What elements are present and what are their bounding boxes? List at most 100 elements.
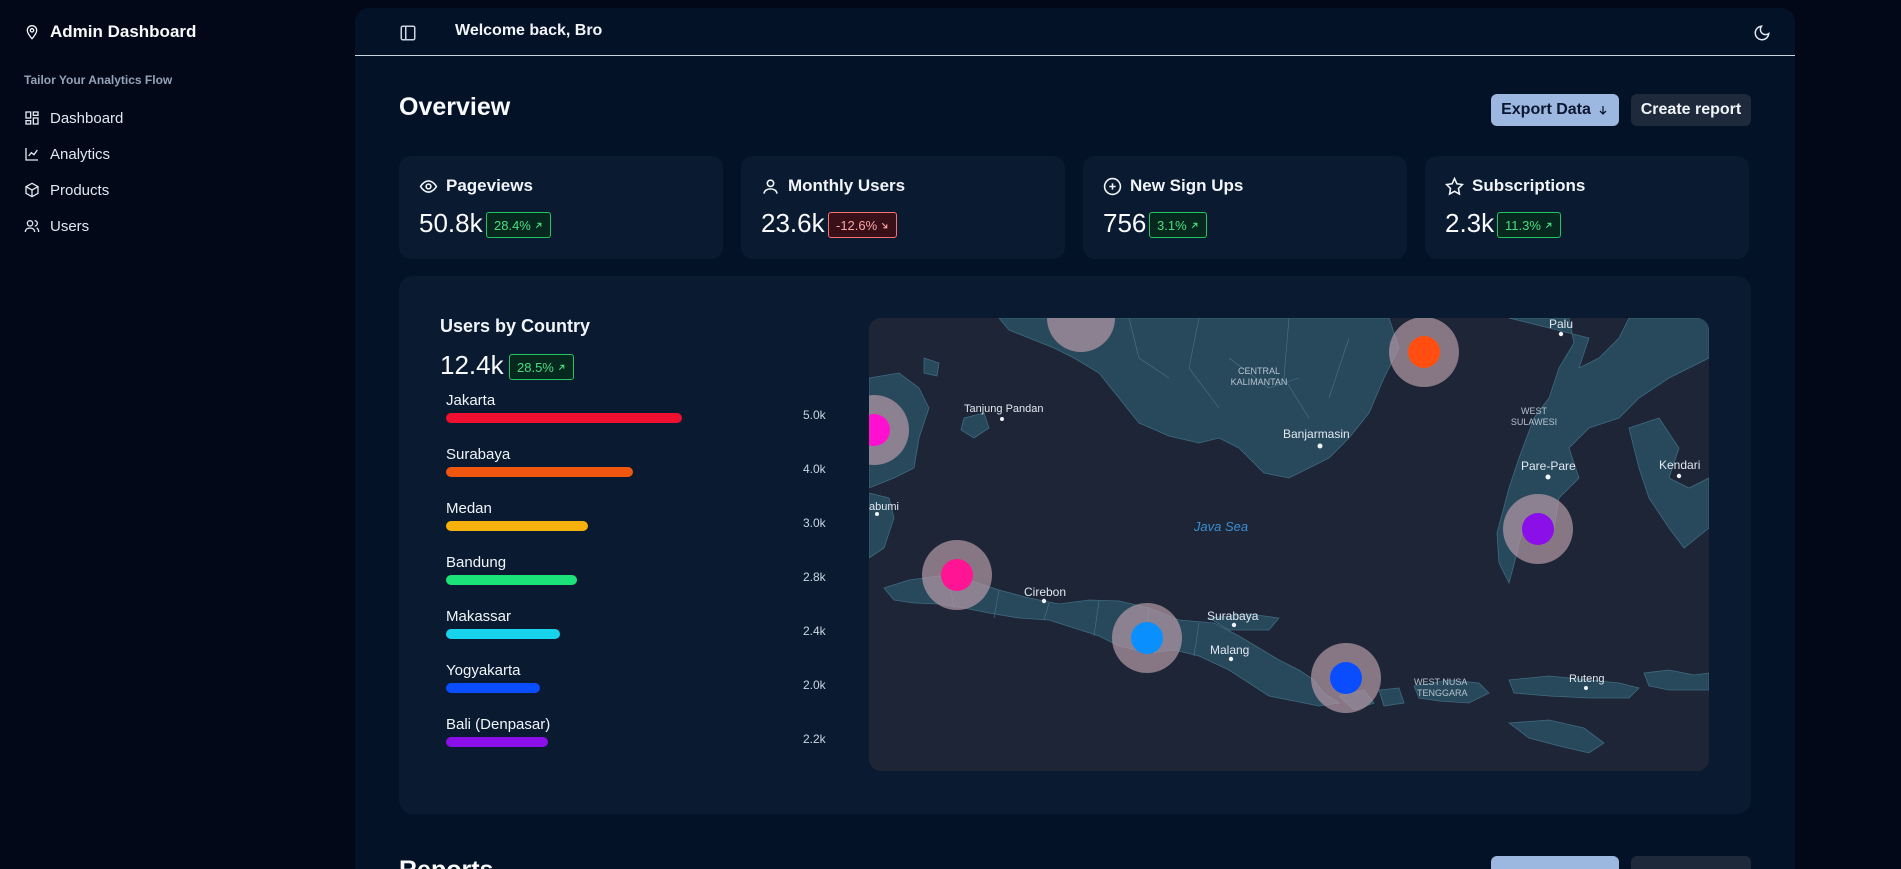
- stat-card-value: 50.8k: [419, 208, 483, 238]
- sidebar-item-label: Analytics: [50, 145, 111, 163]
- city-bar-track: [446, 521, 730, 531]
- map-pin-icon: [26, 25, 38, 40]
- create-report-button-reports[interactable]: [1631, 856, 1751, 869]
- city-bar-row: Jakarta 5.0k: [446, 392, 826, 446]
- stat-card-pageviews: Pageviews 50.8k 28.4%: [399, 156, 723, 259]
- trend-badge-value: 3.1%: [1157, 217, 1187, 233]
- city-value: 2.4k: [803, 624, 826, 638]
- stat-card-title: Subscriptions: [1445, 176, 1585, 196]
- city-bar-list: Jakarta 5.0k Surabaya 4.0k Medan 3.0k Bandung 2…: [446, 392, 826, 770]
- eye-icon: [419, 179, 438, 193]
- map-label: WEST NUSA: [1414, 677, 1467, 687]
- trend-badge: 28.4%: [486, 212, 551, 238]
- sidebar-section-label: Tailor Your Analytics Flow: [24, 73, 173, 87]
- map-label: Ruteng: [1569, 673, 1604, 685]
- city-name: Bali (Denpasar): [446, 716, 551, 733]
- map-label: Malang: [1210, 643, 1249, 657]
- map-label: Palu: [1549, 318, 1573, 331]
- sidebar-item-products[interactable]: Products: [24, 172, 123, 208]
- stat-card-title: New Sign Ups: [1103, 176, 1243, 196]
- create-report-button[interactable]: Create report: [1631, 94, 1751, 126]
- grid-icon: [25, 111, 39, 125]
- sidebar-item-label: Dashboard: [50, 109, 124, 127]
- map-label: KALIMANTAN: [1231, 377, 1288, 387]
- plus-circle-icon: [1103, 177, 1122, 195]
- arrow-up-right-icon: [558, 364, 565, 370]
- trend-badge: -12.6%: [828, 212, 898, 238]
- main-content: Welcome back, Bro Overview Export Data C…: [355, 8, 1795, 869]
- city-name: Yogyakarta: [446, 662, 521, 679]
- reports-title: Reports: [399, 856, 493, 869]
- sidebar-nav: Dashboard Analytics Products Users: [24, 100, 123, 244]
- city-value: 2.8k: [803, 570, 826, 584]
- map-marker-bali[interactable]: [1330, 662, 1362, 694]
- map-label: Tanjung Pandan: [964, 403, 1044, 415]
- sidebar-item-dashboard[interactable]: Dashboard: [24, 100, 123, 136]
- city-bar-row: Makassar 2.4k: [446, 608, 826, 662]
- city-bar-fill: [446, 629, 560, 639]
- arrow-up-right-icon: [535, 222, 542, 228]
- map-label: TENGGARA: [1417, 688, 1468, 698]
- city-bar-track: [446, 467, 730, 477]
- trend-badge-value: 28.5%: [517, 359, 554, 375]
- map-label: Surabaya: [1207, 609, 1259, 623]
- map-label: Cirebon: [1024, 585, 1066, 599]
- city-value: 3.0k: [803, 516, 826, 530]
- map-label: SULAWESI: [1511, 417, 1557, 427]
- city-bar-row: Surabaya 4.0k: [446, 446, 826, 500]
- city-name: Surabaya: [446, 446, 511, 463]
- users-by-country-value: 12.4k: [440, 350, 504, 380]
- stat-card-label: Monthly Users: [788, 176, 906, 195]
- star-icon: [1445, 176, 1464, 196]
- city-bar-fill: [446, 521, 588, 531]
- trend-badge-value: 11.3%: [1505, 217, 1541, 233]
- city-bar-fill: [446, 413, 682, 423]
- city-bar-row: Yogyakarta 2.0k: [446, 662, 826, 716]
- stat-card-label: Pageviews: [446, 176, 533, 195]
- sidebar-item-analytics[interactable]: Analytics: [24, 136, 123, 172]
- city-bar-row: Bali (Denpasar) 2.2k: [446, 716, 826, 770]
- map-marker-balikpapan[interactable]: [1408, 336, 1440, 368]
- trend-badge: 28.5%: [509, 354, 574, 380]
- map-label: WEST: [1521, 406, 1548, 416]
- map-marker-bandung[interactable]: [941, 559, 973, 591]
- sidebar-item-users[interactable]: Users: [24, 208, 123, 244]
- trend-badge-value: 28.4%: [494, 217, 531, 233]
- map-canvas[interactable]: CENTRAL KALIMANTAN Tanjung Pandan Banjar…: [869, 318, 1709, 771]
- country-map[interactable]: CENTRAL KALIMANTAN Tanjung Pandan Banjar…: [869, 318, 1709, 771]
- sidebar-item-label: Users: [50, 217, 90, 235]
- export-data-button-reports[interactable]: [1491, 856, 1619, 869]
- map-label: Banjarmasin: [1283, 427, 1350, 441]
- box-icon: [25, 182, 39, 198]
- topbar: Welcome back, Bro: [355, 8, 1795, 56]
- city-bar-fill: [446, 575, 577, 585]
- city-bar-fill: [446, 683, 540, 693]
- city-bar-fill: [446, 737, 549, 747]
- map-marker-makassar[interactable]: [1522, 513, 1554, 545]
- trend-badge: 3.1%: [1149, 212, 1207, 238]
- arrow-up-right-icon: [1545, 222, 1552, 228]
- sidebar-toggle-icon[interactable]: [399, 24, 417, 42]
- city-bar-track: [446, 629, 730, 639]
- map-label: Java Sea: [1193, 519, 1248, 534]
- city-bar-track: [446, 575, 730, 585]
- arrow-up-right-icon: [1191, 222, 1197, 228]
- arrow-down-icon: [1599, 106, 1607, 115]
- city-value: 4.0k: [803, 462, 826, 476]
- stat-card-label: Subscriptions: [1472, 176, 1586, 195]
- map-marker-surabaya[interactable]: [1131, 622, 1163, 654]
- sidebar: Admin Dashboard Tailor Your Analytics Fl…: [0, 0, 355, 869]
- brand[interactable]: Admin Dashboard: [24, 22, 196, 42]
- city-bar-track: [446, 683, 730, 693]
- users-by-country-panel: Users by Country 12.4k 28.5% Jakarta 5.0k…: [399, 276, 1751, 814]
- moon-icon[interactable]: [1753, 24, 1771, 42]
- stat-card-value: 756: [1103, 208, 1147, 238]
- city-bar-row: Bandung 2.8k: [446, 554, 826, 608]
- export-data-label: Export Data: [1501, 101, 1591, 118]
- export-data-button[interactable]: Export Data: [1491, 94, 1619, 126]
- city-value: 2.0k: [803, 678, 826, 692]
- create-report-label: Create report: [1640, 101, 1742, 118]
- city-name: Bandung: [446, 554, 507, 571]
- stat-card-monthly-users: Monthly Users 23.6k -12.6%: [741, 156, 1065, 259]
- stat-card-value: 23.6k: [761, 208, 825, 238]
